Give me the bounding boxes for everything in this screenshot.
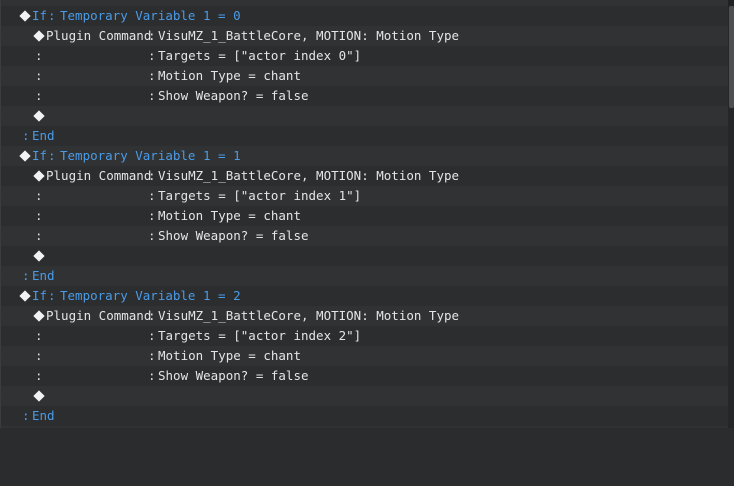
diamond-icon (33, 170, 45, 182)
end-keyword: End (32, 268, 55, 283)
command-row-param[interactable]: : : Show Weapon? = false (1, 226, 729, 246)
command-row-param[interactable]: : : Motion Type = chant (1, 346, 729, 366)
command-row-empty[interactable] (1, 246, 729, 266)
plugin-command-label: Plugin Command (46, 168, 152, 183)
if-keyword: If (32, 8, 48, 23)
diamond-icon (33, 110, 45, 122)
if-separator: : (48, 288, 56, 303)
indent-colon: : (35, 328, 43, 343)
indent-colon: : (35, 348, 43, 363)
indent-colon: : (35, 188, 43, 203)
if-separator: : (48, 8, 56, 23)
command-row-if[interactable]: If : Temporary Variable 1 = 1 (1, 146, 729, 166)
separator: : (148, 308, 156, 323)
command-row-end[interactable]: : End (1, 266, 729, 286)
separator: : (148, 168, 156, 183)
diamond-icon (19, 290, 31, 302)
separator: : (148, 88, 156, 103)
end-keyword: End (32, 128, 55, 143)
command-row-empty[interactable] (1, 106, 729, 126)
end-separator: : (22, 128, 30, 143)
separator: : (148, 68, 156, 83)
separator: : (148, 228, 156, 243)
separator: : (148, 188, 156, 203)
diamond-icon (19, 150, 31, 162)
param-text: Targets = ["actor index 1"] (158, 188, 362, 203)
command-row-param[interactable]: : : Motion Type = chant (1, 66, 729, 86)
param-text: Show Weapon? = false (158, 88, 309, 103)
if-condition: Temporary Variable 1 = 1 (60, 148, 241, 163)
if-condition: Temporary Variable 1 = 2 (60, 288, 241, 303)
end-keyword: End (32, 408, 55, 423)
if-keyword: If (32, 148, 48, 163)
indent-colon: : (35, 368, 43, 383)
command-row-param[interactable]: : : Targets = ["actor index 1"] (1, 186, 729, 206)
separator: : (148, 328, 156, 343)
param-text: Show Weapon? = false (158, 368, 309, 383)
param-text: Targets = ["actor index 0"] (158, 48, 362, 63)
if-separator: : (48, 148, 56, 163)
diamond-icon (19, 10, 31, 22)
plugin-command-value: VisuMZ_1_BattleCore, MOTION: Motion Type (158, 28, 460, 43)
param-text: Motion Type = chant (158, 348, 301, 363)
end-separator: : (22, 268, 30, 283)
param-text: Targets = ["actor index 2"] (158, 328, 362, 343)
diamond-icon (33, 250, 45, 262)
command-row-if[interactable]: If : Temporary Variable 1 = 2 (1, 286, 729, 306)
command-row-end[interactable]: : End (1, 126, 729, 146)
indent-colon: : (35, 68, 43, 83)
command-row-plugin[interactable]: Plugin Command : VisuMZ_1_BattleCore, MO… (1, 306, 729, 326)
plugin-command-value: VisuMZ_1_BattleCore, MOTION: Motion Type (158, 308, 460, 323)
diamond-icon (33, 390, 45, 402)
command-row-param[interactable]: : : Show Weapon? = false (1, 86, 729, 106)
if-keyword: If (32, 288, 48, 303)
vertical-scrollbar[interactable] (728, 0, 734, 428)
command-row-if[interactable]: If : Temporary Variable 1 = 0 (1, 6, 729, 26)
indent-colon: : (35, 228, 43, 243)
command-row-end[interactable]: : End (1, 406, 729, 426)
plugin-command-label: Plugin Command (46, 308, 152, 323)
command-row-param[interactable]: : : Motion Type = chant (1, 206, 729, 226)
plugin-command-value: VisuMZ_1_BattleCore, MOTION: Motion Type (158, 168, 460, 183)
command-row-param[interactable]: : : Show Weapon? = false (1, 366, 729, 386)
end-separator: : (22, 408, 30, 423)
separator: : (148, 48, 156, 63)
indent-colon: : (35, 88, 43, 103)
indent-colon: : (35, 48, 43, 63)
command-row-param[interactable]: : : Targets = ["actor index 0"] (1, 46, 729, 66)
separator: : (148, 28, 156, 43)
separator: : (148, 368, 156, 383)
diamond-icon (33, 310, 45, 322)
event-command-list[interactable]: If : Temporary Variable 1 = 0 Plugin Com… (0, 0, 729, 428)
param-text: Motion Type = chant (158, 208, 301, 223)
scrollbar-thumb[interactable] (729, 6, 734, 108)
command-row-plugin[interactable]: Plugin Command : VisuMZ_1_BattleCore, MO… (1, 166, 729, 186)
separator: : (148, 208, 156, 223)
plugin-command-label: Plugin Command (46, 28, 152, 43)
indent-colon: : (35, 208, 43, 223)
param-text: Motion Type = chant (158, 68, 301, 83)
command-row-empty[interactable] (1, 386, 729, 406)
command-row-plugin[interactable]: Plugin Command : VisuMZ_1_BattleCore, MO… (1, 26, 729, 46)
separator: : (148, 348, 156, 363)
if-condition: Temporary Variable 1 = 0 (60, 8, 241, 23)
command-row-param[interactable]: : : Targets = ["actor index 2"] (1, 326, 729, 346)
diamond-icon (33, 30, 45, 42)
param-text: Show Weapon? = false (158, 228, 309, 243)
